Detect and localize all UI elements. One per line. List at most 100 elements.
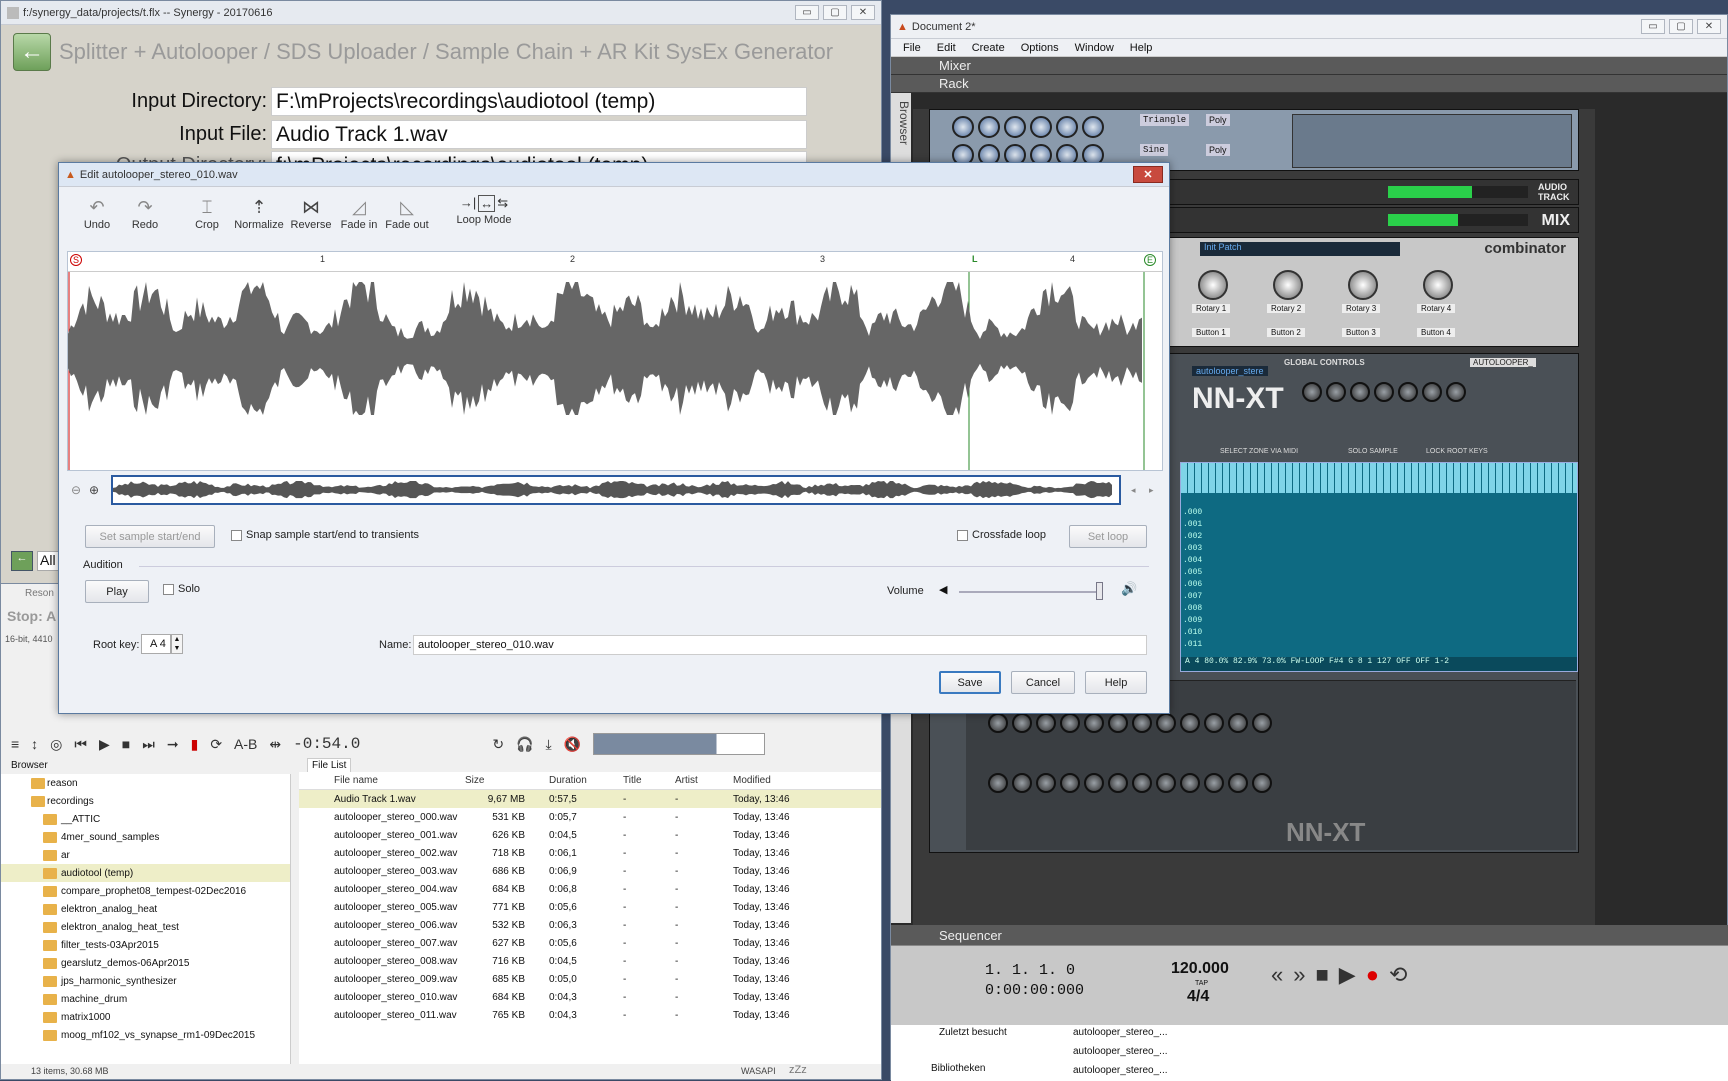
split-icon[interactable]: ⇹ xyxy=(269,736,281,753)
stop-icon[interactable]: ■ xyxy=(122,736,130,752)
tap-label[interactable]: TAP xyxy=(1195,980,1208,987)
solo-checkbox[interactable]: Solo xyxy=(163,583,200,595)
tree-item[interactable]: reason xyxy=(1,774,290,792)
scroll-right-icon[interactable]: ▸ xyxy=(1149,485,1154,496)
knob[interactable] xyxy=(978,116,1000,138)
knob[interactable] xyxy=(1204,713,1224,733)
maximize-button[interactable]: ▢ xyxy=(1669,19,1693,34)
browser-tab[interactable]: Browser xyxy=(11,760,48,771)
patch-display[interactable]: Init Patch xyxy=(1200,242,1400,256)
song-position-bars[interactable]: 1. 1. 1. 0 xyxy=(985,962,1075,979)
file-row[interactable]: autolooper_stereo_007.wav 627 KB 0:05,6 - - T… xyxy=(299,934,881,952)
zone-row[interactable]: .001 xyxy=(1183,519,1202,531)
col-size[interactable]: Size xyxy=(461,775,533,786)
tree-item[interactable]: audiotool (temp) xyxy=(1,864,290,882)
knob[interactable] xyxy=(1180,773,1200,793)
root-key-field[interactable]: A 4 xyxy=(141,634,171,654)
rack-bar[interactable]: Rack xyxy=(891,75,1727,93)
play-icon[interactable]: ▶ xyxy=(1339,962,1356,988)
refresh-icon[interactable]: ↻ xyxy=(492,736,504,753)
zone-row[interactable]: .004 xyxy=(1183,555,1202,567)
knob[interactable] xyxy=(1012,713,1032,733)
arrow-right-icon[interactable]: ➞ xyxy=(167,736,179,753)
menu-options[interactable]: Options xyxy=(1021,42,1059,54)
tree-item[interactable]: moog_mf102_vs_synapse_rm1-09Dec2015 xyxy=(1,1026,290,1044)
menu-create[interactable]: Create xyxy=(972,42,1005,54)
record-marker-icon[interactable]: ▮ xyxy=(191,736,199,753)
knob[interactable] xyxy=(1228,713,1248,733)
tree-item[interactable]: elektron_analog_heat xyxy=(1,900,290,918)
file-item[interactable]: autolooper_stereo_... xyxy=(1073,1027,1168,1038)
input-file-field[interactable]: Audio Track 1.wav xyxy=(271,120,807,149)
knob[interactable] xyxy=(988,713,1008,733)
knob[interactable] xyxy=(1012,773,1032,793)
sequencer-bar[interactable]: Sequencer xyxy=(891,925,1728,945)
col-filename[interactable]: File name xyxy=(299,775,461,786)
recent-label[interactable]: Zuletzt besucht xyxy=(939,1027,1007,1038)
button-1[interactable]: Button 1 xyxy=(1192,328,1230,337)
tree-item[interactable]: ar xyxy=(1,846,290,864)
volume-high-icon[interactable]: 🔊 xyxy=(1121,581,1137,597)
tree-item[interactable]: recordings xyxy=(1,792,290,810)
tree-item[interactable]: __ATTIC xyxy=(1,810,290,828)
osc1-wave-display[interactable]: Triangle xyxy=(1140,114,1190,126)
file-row[interactable]: autolooper_stereo_001.wav 626 KB 0:04,5 - - T… xyxy=(299,826,881,844)
overview-scrollbar[interactable] xyxy=(111,475,1121,505)
libraries-label[interactable]: Bibliotheken xyxy=(931,1063,985,1074)
knob[interactable] xyxy=(1004,116,1026,138)
filter-back-button[interactable]: ← xyxy=(11,551,33,571)
signature-display[interactable]: 4/4 xyxy=(1187,988,1209,1006)
record-icon[interactable]: ● xyxy=(1366,962,1379,988)
root-key-spinner[interactable]: ▲ ▼ xyxy=(171,634,183,654)
fade-out-button[interactable]: ◺ Fade out xyxy=(385,195,429,245)
step-sequencer[interactable] xyxy=(1292,114,1572,168)
sort-icon[interactable]: ↕ xyxy=(31,736,38,752)
name-field[interactable]: autolooper_stereo_010.wav xyxy=(413,635,1147,655)
volume-thumb[interactable] xyxy=(1096,582,1103,600)
song-position-time[interactable]: 0:00:00:000 xyxy=(985,982,1084,999)
close-button[interactable]: ✕ xyxy=(1697,19,1721,34)
menu-edit[interactable]: Edit xyxy=(937,42,956,54)
knob[interactable] xyxy=(1132,773,1152,793)
osc2-wave-display[interactable]: Sine xyxy=(1140,144,1168,156)
knob[interactable] xyxy=(1252,773,1272,793)
skip-back-icon[interactable]: ⏮ xyxy=(74,736,87,753)
sample-start-marker[interactable]: S xyxy=(70,254,83,266)
rotary-4[interactable] xyxy=(1423,270,1453,300)
solo-sample-label[interactable]: SOLO SAMPLE xyxy=(1348,448,1398,455)
knob[interactable] xyxy=(1060,713,1080,733)
play-button[interactable]: Play xyxy=(85,580,149,603)
menu-icon[interactable]: ≡ xyxy=(11,736,19,752)
knob[interactable] xyxy=(1108,713,1128,733)
freq-knob[interactable] xyxy=(1302,382,1322,402)
menu-help[interactable]: Help xyxy=(1130,42,1153,54)
position-bar[interactable] xyxy=(593,733,766,755)
file-row[interactable]: autolooper_stereo_002.wav 718 KB 0:06,1 - - T… xyxy=(299,844,881,862)
tree-item[interactable]: jps_harmonic_synthesizer xyxy=(1,972,290,990)
tree-item[interactable]: filter_tests-03Apr2015 xyxy=(1,936,290,954)
col-duration[interactable]: Duration xyxy=(533,775,611,786)
knob[interactable] xyxy=(1036,773,1056,793)
headphones-icon[interactable]: 🎧 xyxy=(516,736,533,753)
knob[interactable] xyxy=(1132,713,1152,733)
col-title[interactable]: Title xyxy=(611,775,669,786)
loop-start-marker[interactable]: L xyxy=(972,254,978,264)
col-artist[interactable]: Artist xyxy=(669,775,727,786)
tree-item[interactable]: compare_prophet08_tempest-02Dec2016 xyxy=(1,882,290,900)
minimize-button[interactable]: ▭ xyxy=(1641,19,1665,34)
file-item[interactable]: autolooper_stereo_... xyxy=(1073,1046,1168,1057)
tree-item[interactable]: elektron_analog_heat_test xyxy=(1,918,290,936)
zone-row[interactable]: .011 xyxy=(1183,639,1202,651)
knob[interactable] xyxy=(1228,773,1248,793)
knob[interactable] xyxy=(1082,116,1104,138)
osc1-mode-display[interactable]: Poly xyxy=(1206,114,1230,126)
knob[interactable] xyxy=(1084,713,1104,733)
decay-knob[interactable] xyxy=(1422,382,1442,402)
mixer-bar[interactable]: Mixer xyxy=(891,57,1727,75)
knob[interactable] xyxy=(1204,773,1224,793)
ab-icon[interactable]: A-B xyxy=(234,736,257,752)
master-volume-knob[interactable] xyxy=(1446,382,1466,402)
crossfade-checkbox[interactable]: Crossfade loop xyxy=(957,529,1046,541)
file-list-tab[interactable]: File List xyxy=(307,758,352,773)
knob[interactable] xyxy=(1084,773,1104,793)
